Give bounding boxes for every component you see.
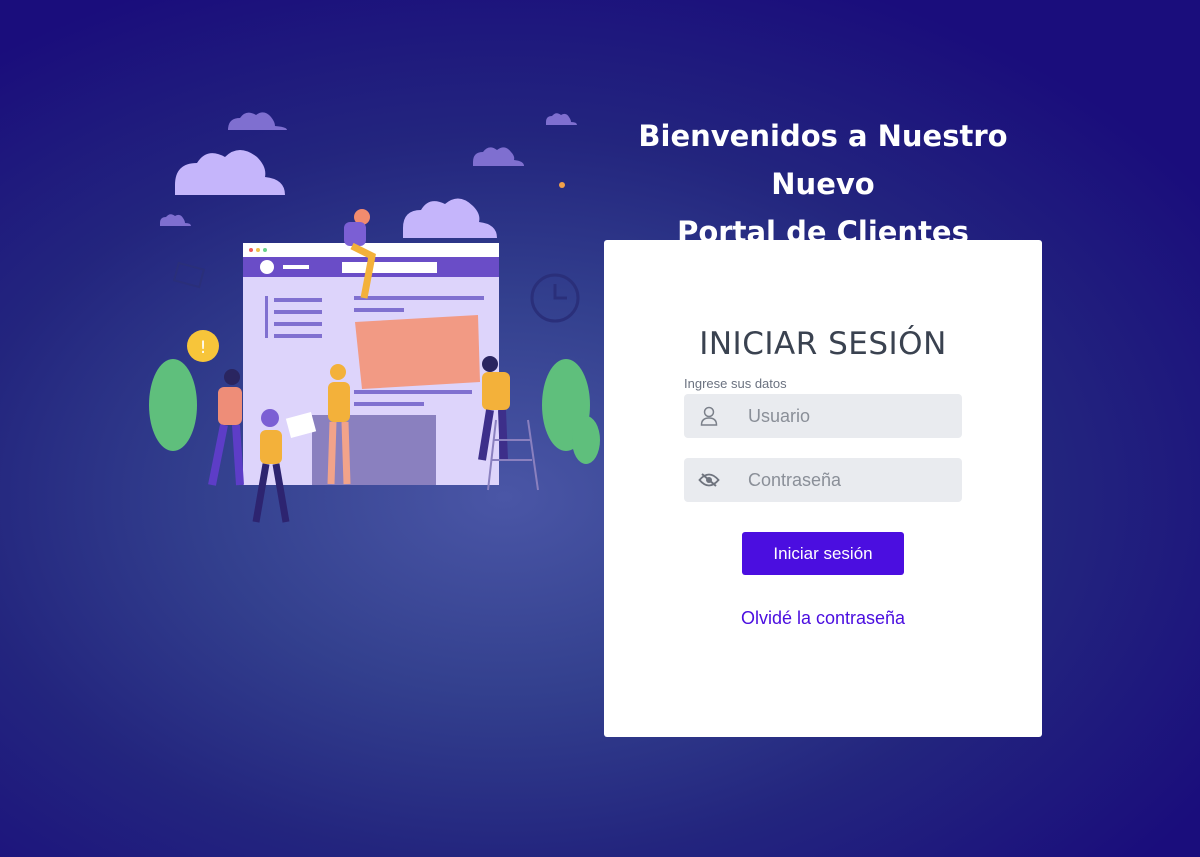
login-subtitle: Ingrese sus datos (684, 376, 787, 391)
user-icon (684, 394, 734, 438)
username-field[interactable] (684, 394, 962, 438)
password-field[interactable] (684, 458, 962, 502)
cloud-icon (175, 150, 497, 238)
welcome-heading: Bienvenidos a Nuestro Nuevo Portal de Cl… (604, 112, 1042, 256)
login-button[interactable]: Iniciar sesión (742, 532, 904, 575)
login-title: INICIAR SESIÓN (699, 326, 947, 362)
forgot-password-link[interactable]: Olvidé la contraseña (604, 608, 1042, 629)
team-illustration: ! (149, 112, 600, 523)
password-input[interactable] (734, 458, 954, 502)
login-card: INICIAR SESIÓN Ingrese sus datos Iniciar… (604, 240, 1042, 737)
eye-slash-icon[interactable] (684, 458, 734, 502)
welcome-line-1: Bienvenidos a Nuestro Nuevo (638, 119, 1008, 201)
username-input[interactable] (734, 394, 954, 438)
svg-text:!: ! (200, 338, 207, 358)
